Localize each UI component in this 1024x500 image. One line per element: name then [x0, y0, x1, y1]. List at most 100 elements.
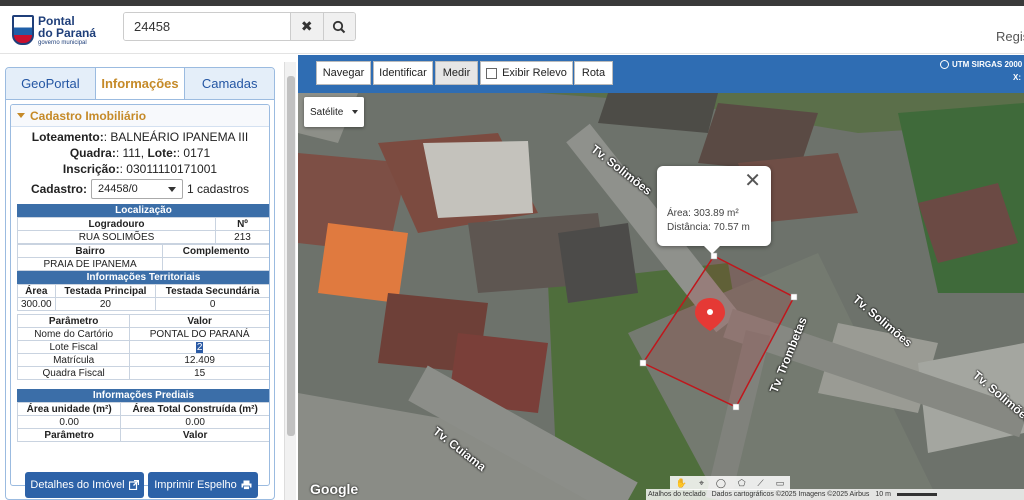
- identificar-button[interactable]: Identificar: [373, 61, 433, 85]
- drawing-tools: ✋ ⌖ ◯ ⬠ ⟋ ▭: [670, 476, 790, 490]
- map-attribution: Atalhos do teclado Dados cartográficos ©…: [646, 489, 1024, 500]
- param-name: Matrícula: [16, 353, 131, 367]
- close-icon: ✖: [300, 18, 313, 34]
- cadastro-row: Cadastro: 24458/0 1 cadastros: [11, 179, 269, 199]
- cadastro-title: Cadastro Imobiliário: [30, 108, 147, 123]
- area-unidade-value: 0.00: [16, 415, 122, 429]
- relevo-checkbox[interactable]: [486, 67, 498, 79]
- col-numero: Nº: [215, 217, 269, 231]
- circle-icon[interactable]: ◯: [716, 478, 726, 489]
- utm-x-label: X:: [1013, 73, 1021, 82]
- register-link[interactable]: Regis: [996, 29, 1024, 44]
- caret-down-icon: [17, 113, 25, 118]
- exibir-relevo-toggle[interactable]: Exibir Relevo: [480, 61, 573, 85]
- chevron-down-icon: [352, 110, 358, 114]
- search-icon: [333, 20, 346, 33]
- left-scrollbar[interactable]: [284, 62, 296, 500]
- inscricao-value: : 03011110171001: [119, 162, 218, 176]
- param-name: Nome do Cartório: [16, 327, 131, 341]
- logo-line1: Pontal: [38, 13, 75, 28]
- close-icon[interactable]: ✕: [744, 171, 761, 191]
- testada-principal-value: 20: [54, 297, 157, 311]
- scroll-thumb[interactable]: [287, 76, 295, 436]
- radio-icon[interactable]: [940, 60, 949, 69]
- hand-icon[interactable]: ✋: [676, 478, 687, 489]
- table-row: Matrícula 12.409: [16, 353, 269, 367]
- param-name: Lote Fiscal: [16, 340, 131, 354]
- google-logo: Google: [310, 481, 359, 497]
- marker-icon[interactable]: ⌖: [699, 478, 704, 489]
- keyboard-shortcuts-link[interactable]: Atalhos do teclado: [648, 491, 706, 498]
- popup-area: Área: 303.89 m²: [667, 208, 739, 219]
- prediais-header: Informações Prediais: [17, 389, 269, 402]
- tabs-container: GeoPortal Informações Camadas Cadastro I…: [5, 67, 275, 500]
- parametros-table: Parâmetro Valor Nome do Cartório PONTAL …: [16, 314, 269, 380]
- loteamento-value: : BALNEÁRIO IPANEMA III: [103, 130, 249, 144]
- navegar-button[interactable]: Navegar: [316, 61, 371, 85]
- cadastro-section: Cadastro Imobiliário Loteamento:: BALNEÁ…: [10, 104, 270, 486]
- cadastro-count: 1 cadastros: [186, 182, 250, 196]
- relevo-label: Exibir Relevo: [502, 67, 567, 79]
- popup-tail: [704, 246, 720, 254]
- polygon-icon[interactable]: ⬠: [738, 478, 746, 489]
- numero-value: 213: [215, 230, 269, 244]
- logo-line2: do Paraná: [38, 25, 97, 40]
- table-row: Quadra Fiscal 15: [16, 366, 269, 380]
- param-value: 2: [129, 340, 269, 354]
- inscricao-label: Inscrição:: [62, 162, 120, 176]
- col-logradouro: Logradouro: [17, 217, 216, 231]
- scale-bar: [896, 493, 937, 496]
- param-value: 12.409: [129, 353, 269, 367]
- map-toolbar: Navegar Identificar Medir Exibir Relevo …: [298, 55, 1024, 93]
- left-panel: GeoPortal Informações Camadas Cadastro I…: [0, 62, 283, 500]
- param-value: PONTAL DO PARANÁ: [129, 327, 269, 341]
- quadra-value: : 111,: [115, 146, 148, 160]
- logo[interactable]: Pontal do Paraná governo municipal: [12, 10, 102, 50]
- print-icon: [241, 480, 252, 490]
- inscricao-line: Inscrição:: 03011110171001: [11, 163, 269, 175]
- tab-camadas[interactable]: Camadas: [185, 68, 274, 99]
- col-testada-principal: Testada Principal: [54, 284, 157, 298]
- lote-value: : 0171: [176, 146, 211, 160]
- crest-icon: [12, 15, 34, 45]
- col-valor: Valor: [129, 314, 269, 328]
- territoriais-header: Informações Territoriais: [17, 271, 269, 284]
- param-name: Quadra Fiscal: [16, 366, 131, 380]
- clear-button[interactable]: ✖: [290, 13, 323, 40]
- app-header: Pontal do Paraná governo municipal ✖ Reg…: [0, 6, 1024, 54]
- utm-option[interactable]: UTM SIRGAS 2000: [940, 60, 1022, 69]
- search-button[interactable]: [322, 13, 355, 40]
- tab-geoportal[interactable]: GeoPortal: [6, 68, 96, 99]
- localizacao-table: Logradouro Nº RUA SOLIMÕES 213: [17, 217, 269, 244]
- layer-select-value: Satélite: [310, 106, 344, 118]
- external-link-icon: [128, 480, 139, 490]
- selected-text[interactable]: 2: [195, 341, 204, 353]
- bairro-value: PRAIA DE IPANEMA: [16, 257, 164, 271]
- lote-label: Lote:: [147, 146, 177, 160]
- col-parametro-prediais: Parâmetro: [16, 428, 122, 442]
- detalhes-button[interactable]: Detalhes do Imóvel: [25, 472, 144, 498]
- scale-label: 10 m: [875, 491, 891, 498]
- rota-button[interactable]: Rota: [574, 61, 613, 85]
- search-box: ✖: [123, 12, 356, 41]
- tab-informacoes[interactable]: Informações: [95, 68, 186, 99]
- table-row: Nome do Cartório PONTAL DO PARANÁ: [16, 327, 269, 341]
- line-icon[interactable]: ⟋: [757, 478, 763, 489]
- tab-bar: GeoPortal Informações Camadas: [6, 68, 274, 100]
- layer-select[interactable]: Satélite: [304, 97, 364, 127]
- cadastro-select[interactable]: 24458/0: [90, 179, 183, 199]
- detalhes-label: Detalhes do Imóvel: [30, 479, 125, 491]
- table-row: Lote Fiscal 2: [16, 340, 269, 354]
- localizacao-header: Localização: [17, 204, 269, 217]
- rectangle-icon[interactable]: ▭: [776, 478, 785, 489]
- cadastro-label: Cadastro:: [30, 182, 87, 196]
- medir-button[interactable]: Medir: [435, 61, 478, 85]
- map-view[interactable]: Satélite Tv. Solimões Tv. Solimões Tv. S…: [298, 93, 1024, 500]
- bairro-table: Bairro Complemento PRAIA DE IPANEMA: [16, 244, 269, 271]
- imprimir-button[interactable]: Imprimir Espelho: [148, 472, 258, 498]
- cadastro-header[interactable]: Cadastro Imobiliário: [11, 105, 269, 127]
- map-data-credits: Dados cartográficos ©2025 Imagens ©2025 …: [711, 491, 870, 498]
- col-testada-secundaria: Testada Secundária: [155, 284, 269, 298]
- imprimir-label: Imprimir Espelho: [154, 479, 237, 491]
- search-input[interactable]: [124, 13, 290, 40]
